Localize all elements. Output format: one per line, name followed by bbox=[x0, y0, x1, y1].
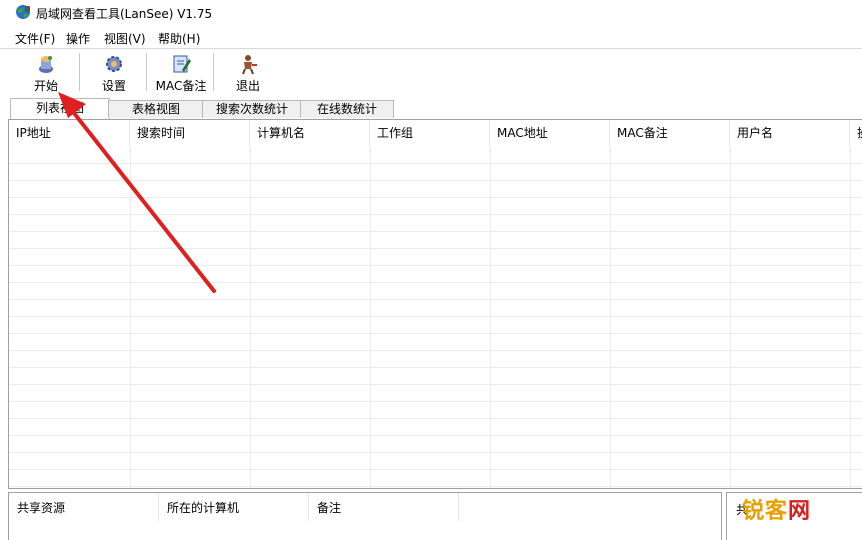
grid-row-line bbox=[9, 316, 862, 317]
window-title: 局域网查看工具(LanSee) V1.75 bbox=[36, 7, 213, 21]
toolbar-divider bbox=[213, 53, 214, 91]
watermark-logo: 锐客网 bbox=[742, 493, 811, 525]
start-button[interactable]: 开始 bbox=[22, 51, 70, 95]
column-search-time[interactable]: 搜索时间 bbox=[130, 120, 250, 146]
grid-row-line bbox=[9, 265, 862, 266]
mac-note-button[interactable]: MAC备注 bbox=[152, 51, 210, 95]
toolbar-divider bbox=[79, 53, 80, 91]
tab-table-view[interactable]: 表格视图 bbox=[108, 100, 204, 118]
watermark-part2: 网 bbox=[788, 499, 812, 524]
grid-row-line bbox=[9, 299, 862, 300]
globe-app-icon bbox=[16, 5, 30, 19]
column-mac[interactable]: MAC地址 bbox=[490, 120, 610, 146]
mac-note-label: MAC备注 bbox=[155, 79, 207, 93]
column-mac-note[interactable]: MAC备注 bbox=[610, 120, 730, 146]
settings-label: 设置 bbox=[101, 79, 126, 93]
toolbar: 开始 设置 MAC备注 退出 bbox=[0, 49, 862, 96]
start-icon bbox=[39, 56, 53, 73]
grid-row-line bbox=[9, 197, 862, 198]
list-body bbox=[9, 146, 862, 488]
column-host-computer[interactable]: 所在的计算机 bbox=[159, 493, 309, 521]
grid-row-line bbox=[9, 486, 862, 487]
column-os[interactable]: 操 bbox=[850, 120, 862, 146]
watermark-part1: 锐客 bbox=[742, 499, 789, 524]
column-share-resource[interactable]: 共享资源 bbox=[9, 493, 159, 521]
view-tabs: 列表视图 表格视图 搜索次数统计 在线数统计 bbox=[0, 98, 862, 119]
exit-label: 退出 bbox=[235, 79, 260, 93]
list-header: IP地址 搜索时间 计算机名 工作组 MAC地址 MAC备注 用户名 操 bbox=[9, 120, 862, 146]
toolbar-divider bbox=[146, 53, 147, 91]
host-list[interactable]: IP地址 搜索时间 计算机名 工作组 MAC地址 MAC备注 用户名 操 bbox=[8, 119, 862, 489]
column-share-note[interactable]: 备注 bbox=[309, 493, 459, 521]
column-computer-name[interactable]: 计算机名 bbox=[250, 120, 370, 146]
grid-row-line bbox=[9, 418, 862, 419]
menu-view[interactable]: 视图(V) bbox=[104, 30, 146, 47]
grid-row-line bbox=[9, 452, 862, 453]
tab-list-view[interactable]: 列表视图 bbox=[10, 98, 110, 119]
tab-search-count[interactable]: 搜索次数统计 bbox=[202, 100, 302, 118]
exit-button[interactable]: 退出 bbox=[226, 51, 270, 95]
grid-row-line bbox=[9, 350, 862, 351]
grid-row-line bbox=[9, 231, 862, 232]
tab-online-count[interactable]: 在线数统计 bbox=[300, 100, 394, 118]
grid-row-line bbox=[9, 248, 862, 249]
grid-row-line bbox=[9, 401, 862, 402]
share-list[interactable]: 共享资源 所在的计算机 备注 bbox=[8, 492, 722, 540]
menu-file[interactable]: 文件(F) bbox=[15, 30, 55, 47]
exit-icon bbox=[242, 55, 257, 75]
grid-row-line bbox=[9, 367, 862, 368]
column-user[interactable]: 用户名 bbox=[730, 120, 850, 146]
menu-help[interactable]: 帮助(H) bbox=[158, 30, 200, 47]
grid-row-line bbox=[9, 435, 862, 436]
gear-icon bbox=[106, 56, 122, 72]
grid-row-line bbox=[9, 384, 862, 385]
column-workgroup[interactable]: 工作组 bbox=[370, 120, 490, 146]
title-bar: 局域网查看工具(LanSee) V1.75 bbox=[0, 0, 862, 26]
grid-row-line bbox=[9, 180, 862, 181]
menu-bar: 文件(F) 操作 视图(V) 帮助(H) bbox=[0, 28, 862, 48]
grid-row-line bbox=[9, 469, 862, 470]
note-edit-icon bbox=[173, 55, 191, 73]
start-label: 开始 bbox=[33, 79, 58, 93]
grid-row-line bbox=[9, 214, 862, 215]
column-ip[interactable]: IP地址 bbox=[9, 120, 130, 146]
menu-operation[interactable]: 操作 bbox=[66, 30, 90, 47]
grid-row-line bbox=[9, 163, 862, 164]
grid-row-line bbox=[9, 282, 862, 283]
settings-button[interactable]: 设置 bbox=[92, 51, 136, 95]
grid-row-line bbox=[9, 333, 862, 334]
